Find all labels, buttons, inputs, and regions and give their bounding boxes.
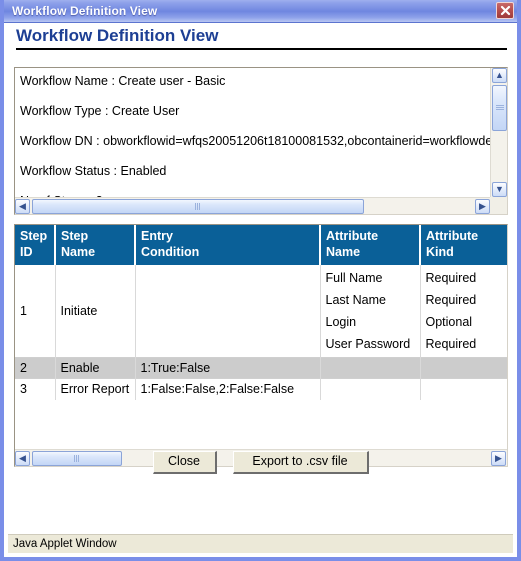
column-header-line2: ID <box>20 245 33 259</box>
column-header-line2: Name <box>61 245 96 259</box>
cell-attribute-kinds <box>420 378 507 400</box>
column-header-step-name[interactable]: Step Name <box>55 225 136 265</box>
attribute-kind-item: Required <box>425 271 477 285</box>
attribute-name-item: User Password <box>325 337 411 351</box>
detail-line: Workflow DN : obworkflowid=wfqs20051206t… <box>20 134 490 148</box>
status-bar: Java Applet Window <box>8 534 513 553</box>
attribute-name-item: Login <box>325 315 357 329</box>
column-header-line2: Name <box>326 245 361 259</box>
column-header-line1: Attribute <box>426 229 479 243</box>
attribute-kind-item: Required <box>425 293 477 307</box>
table-row[interactable]: 1 Initiate Full Name Last Name Login Use… <box>15 265 507 358</box>
dialog-button-bar: Close Export to .csv file <box>4 451 517 474</box>
close-button[interactable]: Close <box>152 451 217 474</box>
cell-step-id: 3 <box>15 378 56 400</box>
cell-step-name: Enable <box>55 357 136 379</box>
export-csv-button[interactable]: Export to .csv file <box>232 451 369 474</box>
close-icon[interactable] <box>496 2 514 19</box>
workflow-details-text: Workflow Name : Create user - Basic Work… <box>15 68 490 197</box>
page-title: Workflow Definition View <box>16 26 219 45</box>
workflow-steps-table: Step ID Step Name Entry Condition Attrib… <box>15 225 507 400</box>
workflow-steps-viewport: Step ID Step Name Entry Condition Attrib… <box>15 225 507 449</box>
status-bar-text: Java Applet Window <box>13 538 117 550</box>
column-header-line1: Entry <box>141 229 173 243</box>
cell-step-name: Initiate <box>55 265 136 358</box>
workflow-details-panel: Workflow Name : Create user - Basic Work… <box>14 67 508 215</box>
title-divider <box>16 48 507 50</box>
window-title: Workflow Definition View <box>12 4 158 18</box>
workflow-steps-panel: Step ID Step Name Entry Condition Attrib… <box>14 224 508 467</box>
column-header-line1: Step <box>61 229 89 243</box>
grip-icon <box>495 105 504 111</box>
window-content: Workflow Definition View Workflow Name :… <box>4 23 517 529</box>
details-vertical-scrollbar[interactable]: ▲ ▼ <box>490 68 507 197</box>
attribute-kind-item: Required <box>425 337 477 351</box>
details-horizontal-scroll-thumb[interactable] <box>32 199 364 214</box>
column-header-attribute-name[interactable]: Attribute Name <box>320 225 421 265</box>
attribute-name-item: Full Name <box>325 271 383 285</box>
scrollbar-corner <box>490 197 507 214</box>
cell-entry-condition <box>135 265 321 358</box>
workflow-definition-window: Workflow Definition View Workflow Defini… <box>0 0 521 561</box>
attribute-kind-item: Optional <box>425 315 473 329</box>
cell-entry-condition: 1:False:False,2:False:False <box>135 378 321 400</box>
detail-line: Workflow Status : Enabled <box>20 164 167 178</box>
column-header-entry-condition[interactable]: Entry Condition <box>135 225 321 265</box>
scroll-right-icon[interactable]: ▶ <box>475 199 490 214</box>
cell-step-id: 1 <box>15 265 56 358</box>
scroll-up-icon[interactable]: ▲ <box>492 68 507 83</box>
detail-line: Workflow Type : Create User <box>20 104 180 118</box>
chevron-up-icon: ▲ <box>495 70 504 80</box>
window-titlebar[interactable]: Workflow Definition View <box>4 0 517 23</box>
cell-step-id: 2 <box>15 357 56 379</box>
scroll-down-icon[interactable]: ▼ <box>492 182 507 197</box>
cell-attribute-names <box>320 378 421 400</box>
attribute-name-item: Last Name <box>325 293 386 307</box>
column-header-line1: Attribute <box>326 229 379 243</box>
chevron-left-icon: ◀ <box>19 201 26 211</box>
details-horizontal-scrollbar[interactable]: ◀ ▶ <box>15 197 490 214</box>
cell-attribute-names: Full Name Last Name Login User Password <box>320 265 421 358</box>
cell-attribute-kinds <box>420 357 507 379</box>
column-header-line2: Kind <box>426 245 454 259</box>
table-row[interactable]: 2 Enable 1:True:False <box>15 357 507 379</box>
details-vertical-scroll-thumb[interactable] <box>492 85 507 131</box>
chevron-right-icon: ▶ <box>479 201 486 211</box>
column-header-line2: Condition <box>141 245 200 259</box>
cell-step-name: Error Report <box>55 378 136 400</box>
column-header-step-id[interactable]: Step ID <box>15 225 56 265</box>
table-row[interactable]: 3 Error Report 1:False:False,2:False:Fal… <box>15 378 507 400</box>
cell-attribute-names <box>320 357 421 379</box>
scroll-left-icon[interactable]: ◀ <box>15 199 30 214</box>
cell-attribute-kinds: Required Required Optional Required <box>420 265 507 358</box>
column-header-attribute-kind[interactable]: Attribute Kind <box>420 225 507 265</box>
detail-line: Workflow Name : Create user - Basic <box>20 74 226 88</box>
table-header-row: Step ID Step Name Entry Condition Attrib… <box>15 225 507 265</box>
grip-icon <box>195 203 201 210</box>
chevron-down-icon: ▼ <box>495 184 504 194</box>
cell-entry-condition: 1:True:False <box>135 357 321 379</box>
column-header-line1: Step <box>20 229 48 243</box>
